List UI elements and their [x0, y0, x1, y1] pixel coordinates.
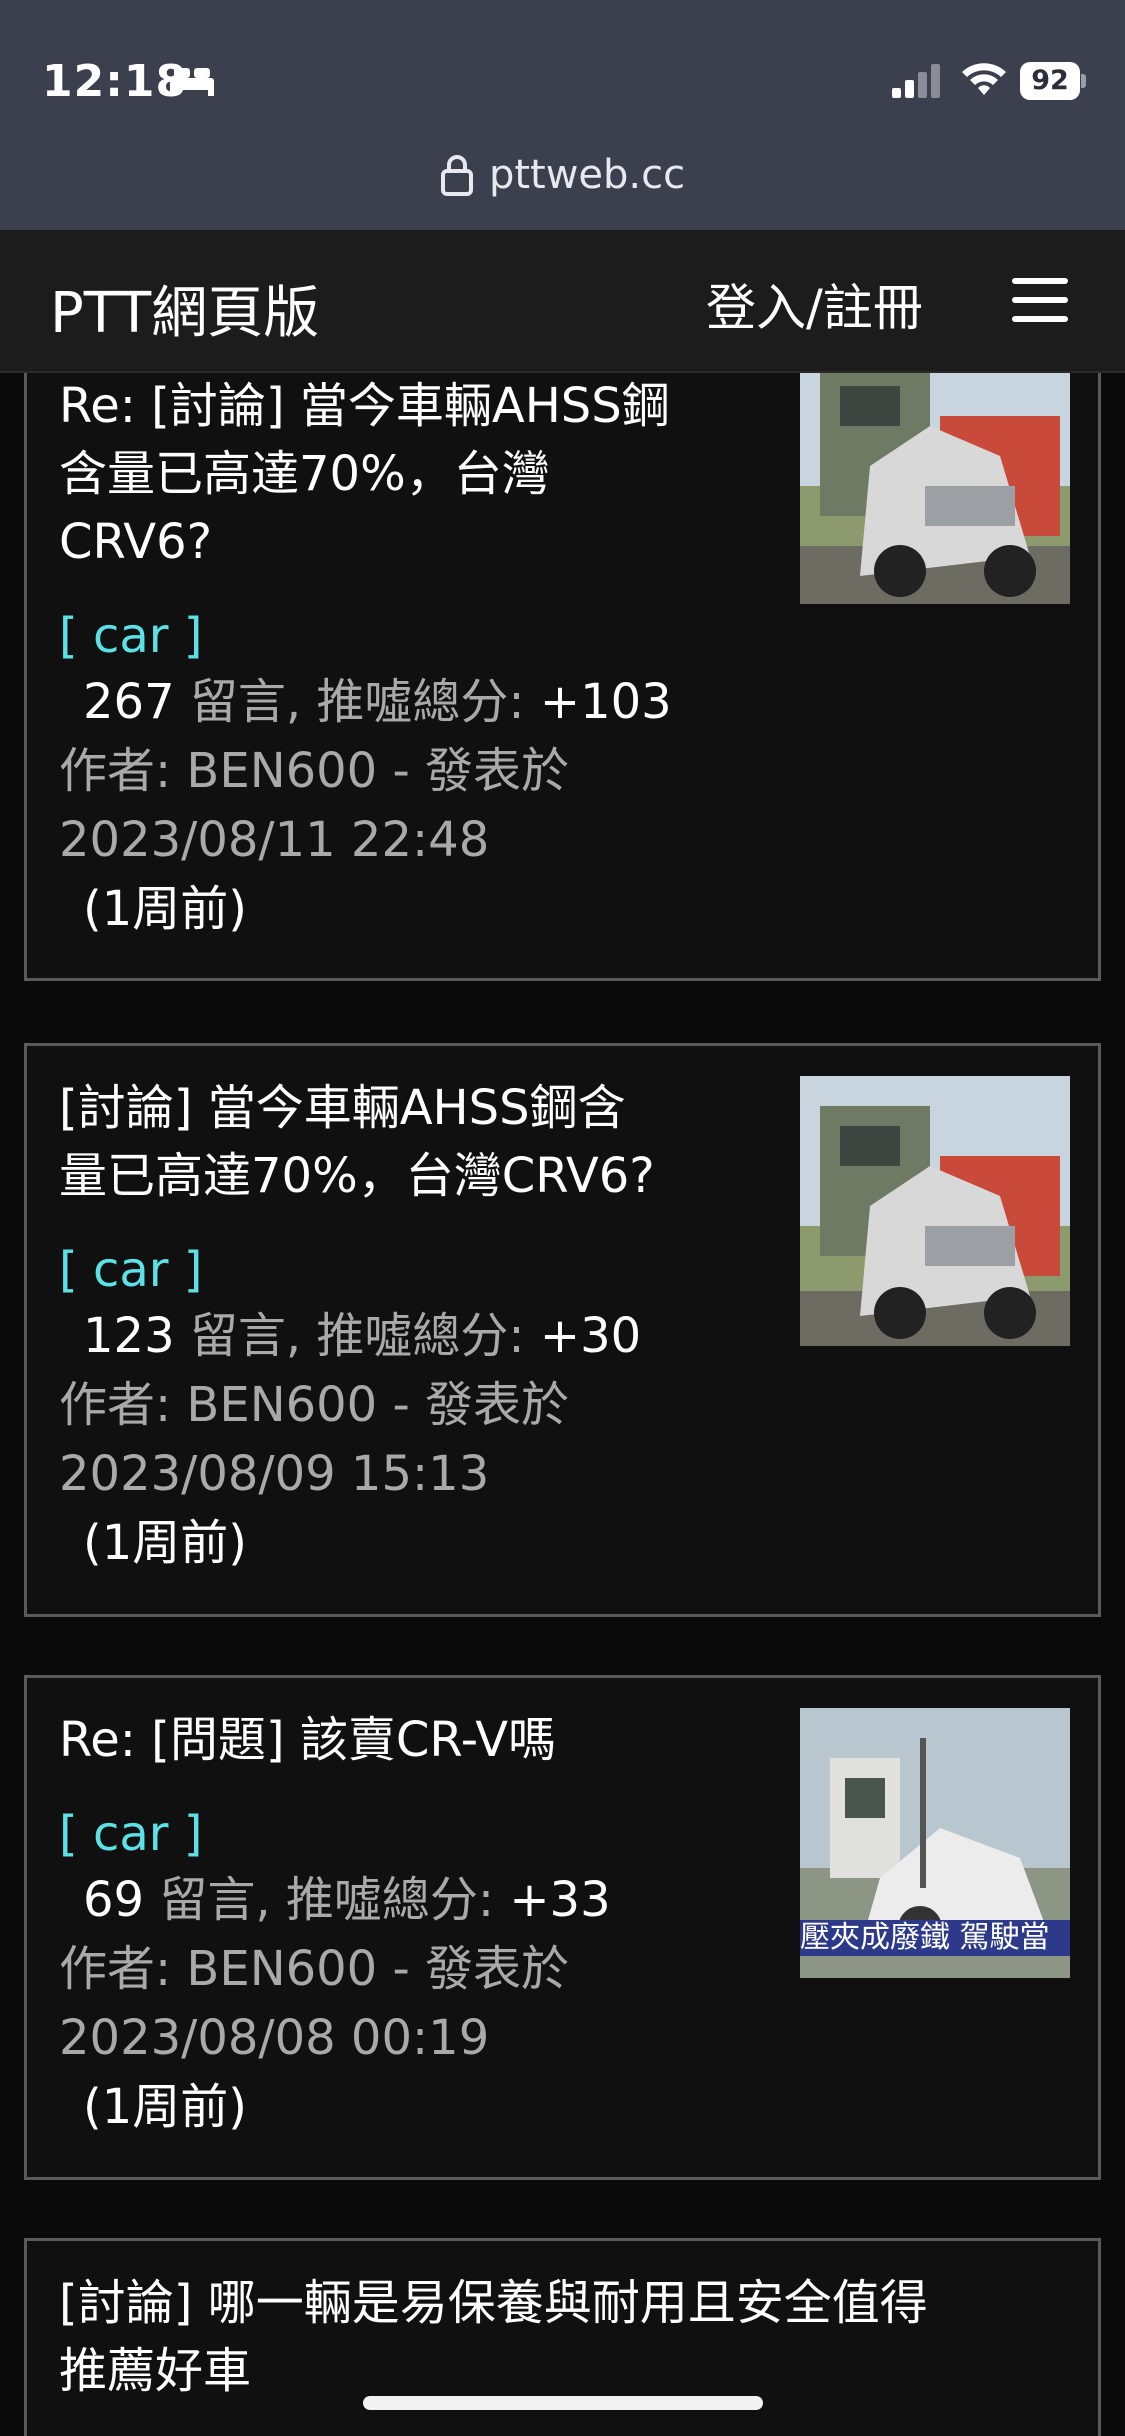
battery-level: 92: [1020, 62, 1080, 100]
comment-count: 267: [83, 674, 175, 730]
comment-count: 69: [83, 1872, 145, 1928]
site-brand-link[interactable]: PTT網頁版: [50, 268, 319, 349]
post-card[interactable]: Re: [討論] 當今車輛AHSS鋼 含量已高達70%，台灣 CRV6? [ c…: [24, 373, 1101, 981]
post-thumbnail[interactable]: [800, 373, 1070, 604]
relative-time: (1周前): [83, 2079, 247, 2135]
score: +33: [509, 1872, 611, 1928]
author-line: 作者: BEN600 - 發表於: [59, 1941, 570, 1997]
browser-chrome: 12:18 92 pttweb.cc: [0, 0, 1125, 230]
post-stats: 69 留言, 推噓總分: +33: [59, 1866, 779, 1935]
post-stats: 123 留言, 推噓總分: +30: [59, 1302, 779, 1371]
board-tag[interactable]: [ car ]: [59, 1802, 779, 1866]
thumbnail-caption: 壓夾成廢鐵 駕駛當: [800, 1920, 1070, 1956]
address-bar[interactable]: pttweb.cc: [0, 152, 1125, 216]
post-datetime: 2023/08/08 00:19: [59, 2010, 490, 2066]
status-time: 12:18: [42, 56, 188, 107]
post-title[interactable]: [討論] 當今車輛AHSS鋼含 量已高達70%，台灣CRV6?: [59, 1074, 779, 1210]
post-datetime: 2023/08/11 22:48: [59, 812, 490, 868]
relative-time: (1周前): [83, 1515, 247, 1571]
post-title[interactable]: Re: [問題] 該賣CR-V嗎: [59, 1706, 779, 1774]
post-feed: Re: [討論] 當今車輛AHSS鋼 含量已高達70%，台灣 CRV6? [ c…: [0, 373, 1125, 2436]
post-stats: 267 留言, 推噓總分: +103: [59, 668, 779, 737]
board-tag[interactable]: [ car ]: [59, 1238, 779, 1302]
site-navbar: PTT網頁版 登入/註冊: [0, 230, 1125, 373]
score: +103: [539, 674, 672, 730]
stats-label: 留言, 推噓總分:: [189, 674, 525, 730]
post-thumbnail[interactable]: 壓夾成廢鐵 駕駛當: [800, 1708, 1070, 1978]
board-tag[interactable]: [ car ]: [59, 604, 779, 668]
author-line: 作者: BEN600 - 發表於: [59, 743, 570, 799]
url-text: pttweb.cc: [488, 152, 686, 198]
score: +30: [539, 1308, 642, 1364]
post-card[interactable]: Re: [問題] 該賣CR-V嗎 [ car ] 69 留言, 推噓總分: +3…: [24, 1675, 1101, 2180]
stats-label: 留言, 推噓總分:: [189, 1308, 525, 1364]
post-thumbnail[interactable]: [800, 1076, 1070, 1346]
relative-time: (1周前): [83, 881, 247, 937]
login-register-link[interactable]: 登入/註冊: [706, 268, 923, 340]
battery-tip: [1081, 74, 1086, 88]
wifi-icon: [962, 63, 1006, 95]
battery-indicator: 92: [1020, 62, 1086, 100]
lock-icon: [440, 155, 473, 196]
home-indicator[interactable]: [363, 2396, 763, 2410]
sleep-focus-icon: [170, 68, 214, 96]
cellular-signal-icon: [892, 64, 940, 98]
hamburger-menu-icon[interactable]: [1012, 278, 1068, 324]
comment-count: 123: [83, 1308, 175, 1364]
post-title[interactable]: Re: [討論] 當今車輛AHSS鋼 含量已高達70%，台灣 CRV6?: [59, 373, 779, 576]
post-datetime: 2023/08/09 15:13: [59, 1446, 490, 1502]
post-card[interactable]: [討論] 當今車輛AHSS鋼含 量已高達70%，台灣CRV6? [ car ] …: [24, 1043, 1101, 1617]
author-line: 作者: BEN600 - 發表於: [59, 1377, 570, 1433]
stats-label: 留言, 推噓總分:: [159, 1872, 495, 1928]
post-title[interactable]: [討論] 哪一輛是易保養與耐用且安全值得 推薦好車: [59, 2269, 1059, 2405]
